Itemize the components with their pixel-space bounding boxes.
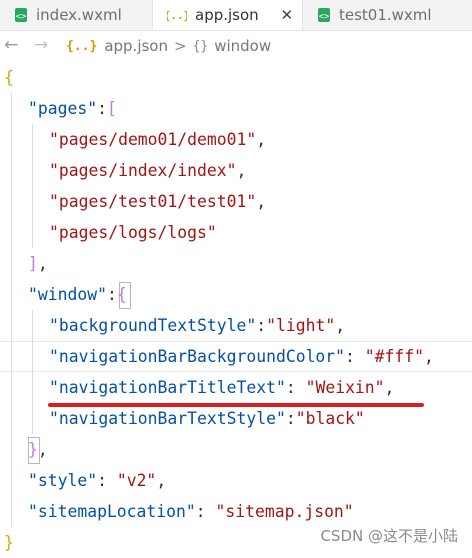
code-line: "pages":[ bbox=[28, 99, 117, 118]
tab-label: test01.wxml bbox=[339, 6, 432, 24]
code-editor[interactable]: { "pages":[ "pages/demo01/demo01", "page… bbox=[0, 62, 472, 556]
svg-text:<>: <> bbox=[319, 12, 330, 22]
wxml-file-icon: <> bbox=[14, 7, 28, 23]
code-line: "pages/test01/test01", bbox=[49, 192, 267, 211]
tab-test01-wxml[interactable]: <> test01.wxml bbox=[303, 0, 472, 30]
watermark: CSDN @这不是小陆 bbox=[320, 527, 458, 545]
code-line: "navigationBarTextStyle":"black" bbox=[49, 409, 365, 428]
code-line: { bbox=[4, 68, 14, 87]
code-line: "pages/logs/logs" bbox=[49, 223, 217, 242]
indent-guide bbox=[32, 124, 33, 248]
tab-label: app.json bbox=[195, 6, 259, 24]
wxml-file-icon: <> bbox=[317, 7, 331, 23]
code-line: ], bbox=[28, 254, 48, 273]
json-file-icon: {..} bbox=[66, 38, 98, 54]
tab-label: index.wxml bbox=[36, 6, 122, 24]
code-line: "window":{ bbox=[28, 285, 127, 304]
annotation-underline bbox=[48, 403, 424, 407]
breadcrumb: ← → {..} app.json > {} window bbox=[0, 31, 472, 61]
json-file-icon: {..} bbox=[167, 8, 187, 22]
forward-arrow-icon[interactable]: → bbox=[34, 35, 48, 55]
close-icon[interactable]: ✕ bbox=[281, 6, 294, 24]
breadcrumb-separator: > bbox=[173, 37, 187, 55]
code-line: "pages/index/index", bbox=[49, 161, 247, 180]
code-line: "backgroundTextStyle":"light", bbox=[49, 316, 346, 335]
code-line: "navigationBarTitleText": "Weixin", bbox=[49, 378, 395, 397]
code-line: "style": "v2", bbox=[28, 471, 167, 490]
code-line: "sitemapLocation": "sitemap.json" bbox=[28, 502, 354, 521]
tab-app-json[interactable]: {..} app.json ✕ bbox=[153, 0, 302, 30]
svg-text:<>: <> bbox=[16, 12, 27, 22]
editor-tab-bar: <> index.wxml {..} app.json ✕ <> test01.… bbox=[0, 0, 472, 31]
svg-text:{..}: {..} bbox=[167, 9, 187, 22]
tab-index-wxml[interactable]: <> index.wxml bbox=[0, 0, 152, 30]
code-line: "navigationBarBackgroundColor": "#fff", bbox=[49, 347, 434, 366]
code-line: "pages/demo01/demo01", bbox=[49, 130, 267, 149]
code-line: } bbox=[4, 533, 14, 552]
breadcrumb-scope[interactable]: window bbox=[214, 37, 271, 55]
object-scope-icon: {} bbox=[192, 38, 209, 54]
code-line: }, bbox=[28, 440, 48, 459]
indent-guide bbox=[11, 93, 12, 527]
back-arrow-icon[interactable]: ← bbox=[4, 35, 18, 55]
indent-guide bbox=[32, 310, 33, 434]
breadcrumb-file[interactable]: app.json bbox=[104, 37, 168, 55]
